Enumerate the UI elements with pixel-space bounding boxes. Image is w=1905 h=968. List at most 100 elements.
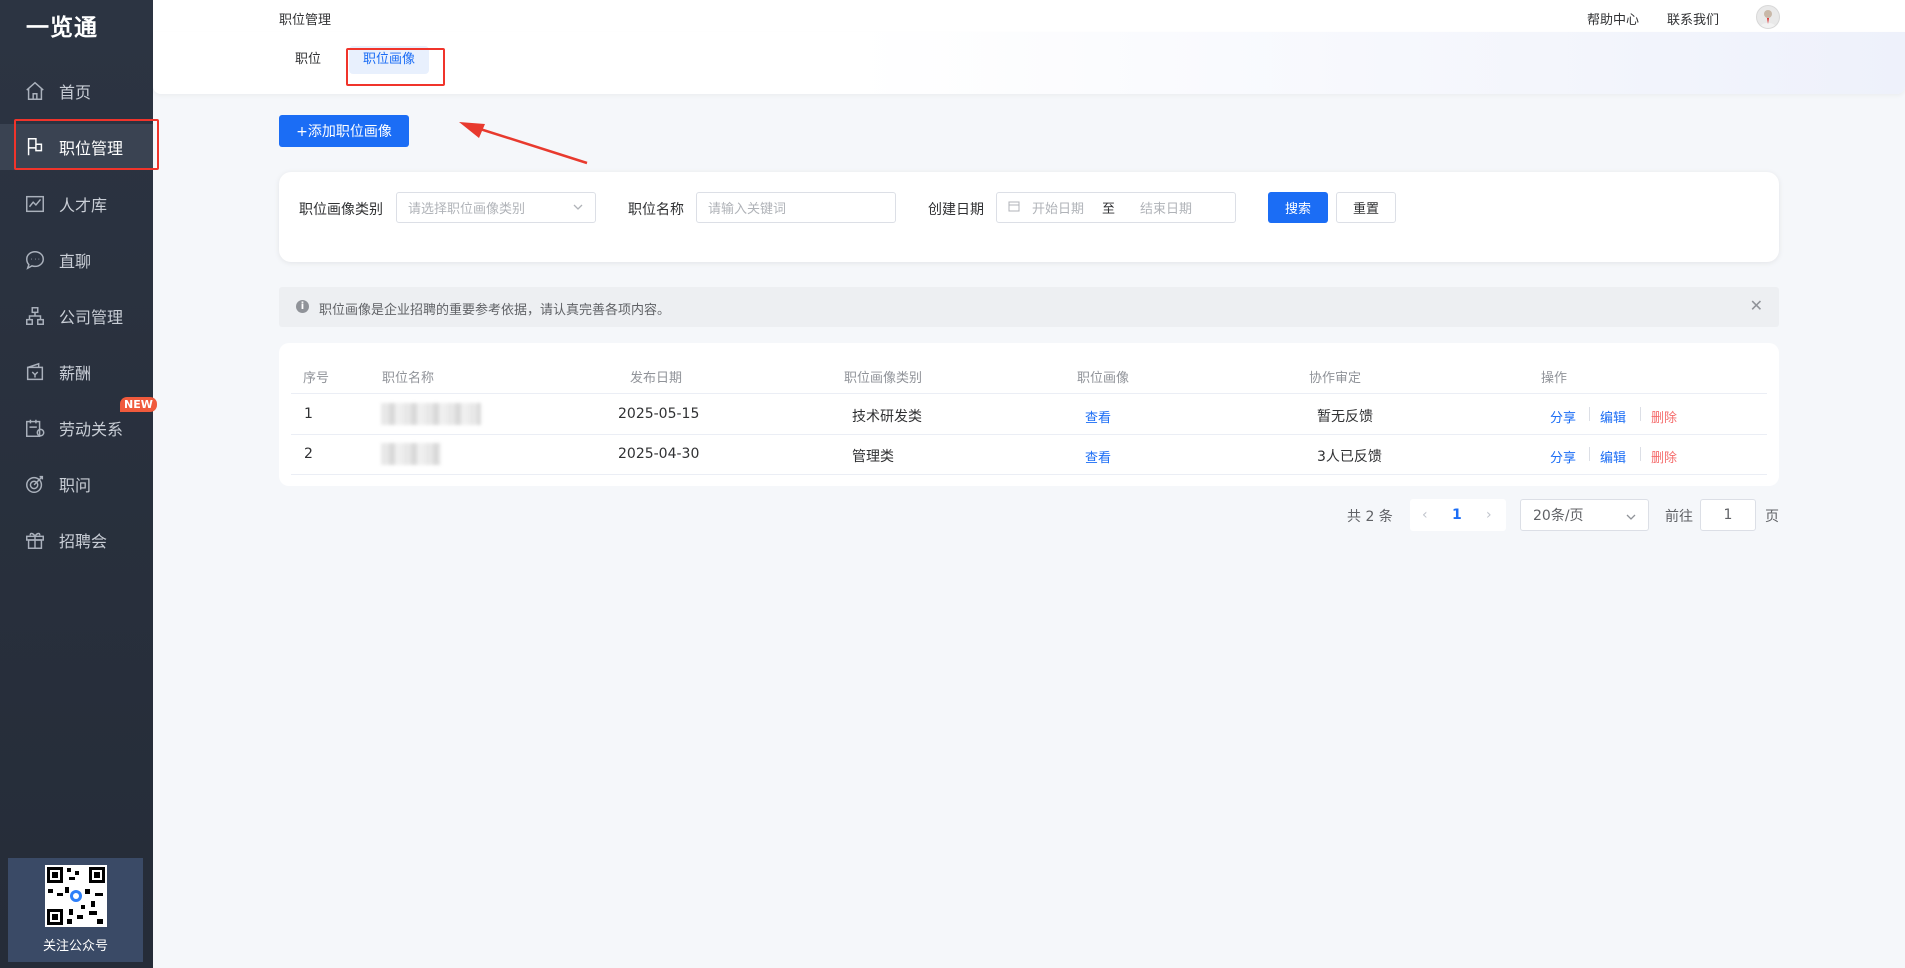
table-row: 2 2025-04-30 管理类 查看 3人已反馈 分享 编辑 删除 <box>291 434 1767 475</box>
chevron-down-icon <box>573 201 583 216</box>
chat-icon <box>24 249 46 271</box>
date-range-separator: 至 <box>1102 202 1116 217</box>
app-logo: 一览通 <box>26 15 98 41</box>
info-alert: i 职位画像是企业招聘的重要参考依据，请认真完善各项内容。 ✕ <box>279 287 1779 327</box>
share-link[interactable]: 分享 <box>1550 447 1576 466</box>
category-filter-label: 职位画像类别 <box>299 202 383 218</box>
pagination-total: 共 2 条 <box>1347 509 1393 525</box>
delete-link[interactable]: 删除 <box>1651 407 1677 426</box>
home-icon <box>24 80 46 102</box>
divider <box>1589 407 1590 421</box>
tab-positions[interactable]: 职位 <box>281 46 335 74</box>
page-size-value: 20条/页 <box>1533 508 1584 524</box>
goto-page-value: 1 <box>1723 507 1733 523</box>
table-row: 1 2025-05-15 技术研发类 查看 暂无反馈 分享 编辑 删除 <box>291 394 1767 435</box>
sidebar-item-company[interactable]: 公司管理 <box>0 293 153 339</box>
col-index: 序号 <box>303 371 330 386</box>
new-badge: NEW <box>120 397 157 412</box>
row-index: 2 <box>304 446 313 462</box>
reset-button[interactable]: 重置 <box>1336 192 1396 223</box>
qr-label: 关注公众号 <box>42 939 108 954</box>
contract-icon <box>24 417 46 439</box>
chart-line-icon <box>24 193 46 215</box>
row-review-status: 3人已反馈 <box>1317 449 1382 465</box>
name-search-input[interactable]: 请输入关键词 <box>696 192 896 223</box>
wallet-icon <box>24 361 46 383</box>
col-position-name: 职位名称 <box>382 371 435 386</box>
sidebar-item-label: 公司管理 <box>59 308 124 327</box>
col-profile-category: 职位画像类别 <box>844 371 923 386</box>
org-chart-icon <box>24 305 46 327</box>
row-date: 2025-05-15 <box>618 406 700 422</box>
edit-link[interactable]: 编辑 <box>1600 447 1626 466</box>
delete-link[interactable]: 删除 <box>1651 447 1677 466</box>
category-select-placeholder: 请选择职位画像类别 <box>408 202 526 217</box>
pager: ‹ 1 › <box>1410 499 1506 531</box>
position-profile-table: 序号 职位名称 发布日期 职位画像类别 职位画像 协作审定 操作 1 2025-… <box>279 343 1779 486</box>
page-number-current[interactable]: 1 <box>1452 507 1462 523</box>
col-review: 协作审定 <box>1309 371 1362 386</box>
divider <box>1589 447 1590 461</box>
alert-message: 职位画像是企业招聘的重要参考依据，请认真完善各项内容。 <box>319 303 671 318</box>
sidebar-item-chat[interactable]: 直聊 <box>0 237 153 283</box>
row-category: 技术研发类 <box>852 409 922 425</box>
row-index: 1 <box>304 406 313 422</box>
col-publish-date: 发布日期 <box>630 371 683 386</box>
annotation-highlight-box <box>346 48 445 86</box>
close-icon[interactable]: ✕ <box>1750 296 1763 315</box>
edit-link[interactable]: 编辑 <box>1600 407 1626 426</box>
add-position-profile-button[interactable]: +添加职位画像 <box>279 115 409 147</box>
sidebar-item-job-fair[interactable]: 招聘会 <box>0 517 153 563</box>
blurred-position-name <box>381 443 441 465</box>
blurred-position-name <box>381 403 481 425</box>
sidebar-item-salary[interactable]: 薪酬 <box>0 349 153 395</box>
contact-us-link[interactable]: 联系我们 <box>1667 9 1719 28</box>
sidebar-item-label: 职问 <box>59 476 92 495</box>
category-select[interactable]: 请选择职位画像类别 <box>396 192 596 223</box>
goto-label: 前往 <box>1665 509 1693 525</box>
sidebar-item-label: 薪酬 <box>59 364 92 383</box>
sidebar-item-home[interactable]: 首页 <box>0 68 153 114</box>
info-icon: i <box>296 300 309 313</box>
page-size-select[interactable]: 20条/页 <box>1520 499 1649 531</box>
share-link[interactable]: 分享 <box>1550 407 1576 426</box>
goto-page-input[interactable]: 1 <box>1700 499 1756 531</box>
row-date: 2025-04-30 <box>618 446 700 462</box>
sidebar: 一览通 首页 职位管理 人才库 直聊 公司管理 薪酬 劳动关系 NEW 职问 招… <box>0 0 159 968</box>
gift-icon <box>24 529 46 551</box>
name-input-placeholder: 请输入关键词 <box>708 202 787 217</box>
sidebar-item-label: 劳动关系 <box>59 420 124 439</box>
search-button[interactable]: 搜索 <box>1268 192 1328 223</box>
sidebar-item-label: 首页 <box>59 83 92 102</box>
chevron-down-icon <box>1626 510 1636 526</box>
qr-code-icon <box>44 865 107 927</box>
annotation-highlight-box <box>14 119 159 170</box>
date-filter-label: 创建日期 <box>928 202 984 218</box>
help-center-link[interactable]: 帮助中心 <box>1587 9 1639 28</box>
calendar-icon <box>1008 200 1020 216</box>
sidebar-item-label: 直聊 <box>59 252 92 271</box>
chevron-right-icon[interactable]: › <box>1486 507 1492 523</box>
row-category: 管理类 <box>852 449 894 465</box>
end-date-placeholder: 结束日期 <box>1140 202 1193 217</box>
divider <box>1640 447 1641 461</box>
avatar[interactable] <box>1756 5 1780 29</box>
col-actions: 操作 <box>1541 371 1568 386</box>
sidebar-item-talent-pool[interactable]: 人才库 <box>0 181 153 227</box>
wechat-qr-panel[interactable]: 关注公众号 <box>8 858 143 962</box>
col-profile: 职位画像 <box>1077 371 1130 386</box>
sidebar-item-zhiwen[interactable]: 职问 <box>0 461 153 507</box>
page-suffix: 页 <box>1765 509 1779 525</box>
sidebar-item-label: 招聘会 <box>59 532 108 551</box>
date-range-picker[interactable]: 开始日期 至 结束日期 <box>996 192 1236 223</box>
page-title: 职位管理 <box>279 13 332 28</box>
row-review-status: 暂无反馈 <box>1317 409 1373 425</box>
chevron-left-icon[interactable]: ‹ <box>1422 507 1428 523</box>
view-profile-link[interactable]: 查看 <box>1085 407 1111 426</box>
divider <box>1640 407 1641 421</box>
start-date-placeholder: 开始日期 <box>1032 202 1085 217</box>
annotation-arrow-icon <box>459 122 588 165</box>
filter-panel: 职位画像类别 请选择职位画像类别 职位名称 请输入关键词 创建日期 开始日期 至… <box>279 172 1779 262</box>
target-icon <box>24 473 46 495</box>
view-profile-link[interactable]: 查看 <box>1085 447 1111 466</box>
